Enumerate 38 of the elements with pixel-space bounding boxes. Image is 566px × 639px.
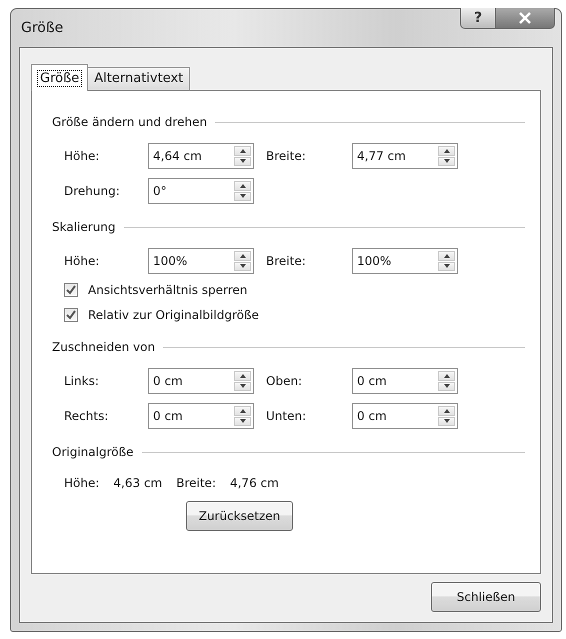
window-title: Größe bbox=[21, 20, 64, 36]
info-value: 4,76 cm bbox=[230, 476, 279, 490]
group-heading: Originalgröße bbox=[52, 445, 134, 459]
checkbox[interactable] bbox=[64, 308, 78, 322]
close-button[interactable] bbox=[496, 8, 555, 29]
spin-up-button[interactable] bbox=[234, 371, 251, 380]
field-label: Höhe: bbox=[64, 254, 100, 268]
field-label: Drehung: bbox=[64, 184, 121, 198]
spin-up-button[interactable] bbox=[438, 371, 455, 380]
checkbox[interactable] bbox=[64, 283, 78, 297]
field-label: Links: bbox=[64, 374, 100, 388]
spin-up-button[interactable] bbox=[438, 146, 455, 156]
help-button[interactable]: ? bbox=[460, 8, 496, 29]
field-label: Unten: bbox=[266, 409, 308, 423]
field-label: Breite: bbox=[266, 254, 307, 268]
tab[interactable]: Größe bbox=[31, 64, 88, 91]
info-value: 4,63 cm bbox=[113, 476, 162, 490]
spin-up-button[interactable] bbox=[234, 251, 251, 260]
spin-up-button[interactable] bbox=[438, 406, 455, 416]
spin-up-button[interactable] bbox=[234, 181, 251, 190]
field-label: Breite: bbox=[266, 149, 307, 163]
field-label: Oben: bbox=[266, 374, 304, 388]
checkbox-label[interactable]: Relativ zur Originalbildgröße bbox=[88, 308, 259, 322]
info-label: Breite: bbox=[176, 476, 216, 490]
spin-up-button[interactable] bbox=[234, 146, 251, 156]
field-label: Höhe: bbox=[64, 149, 100, 163]
tab[interactable]: Alternativtext bbox=[87, 67, 190, 90]
reset-button[interactable]: Zurücksetzen bbox=[186, 501, 294, 531]
checkbox-label[interactable]: Ansichtsverhältnis sperren bbox=[88, 283, 248, 297]
info-label: Höhe: bbox=[64, 476, 100, 490]
close-icon bbox=[518, 12, 532, 24]
close-dialog-button[interactable]: Schließen bbox=[431, 582, 541, 612]
group-heading: Größe ändern und drehen bbox=[52, 115, 208, 129]
spin-up-button[interactable] bbox=[438, 251, 455, 260]
spin-up-button[interactable] bbox=[234, 406, 251, 416]
group-heading: Zuschneiden von bbox=[52, 340, 156, 354]
field-label: Rechts: bbox=[64, 409, 110, 423]
group-heading: Skalierung bbox=[52, 220, 116, 234]
